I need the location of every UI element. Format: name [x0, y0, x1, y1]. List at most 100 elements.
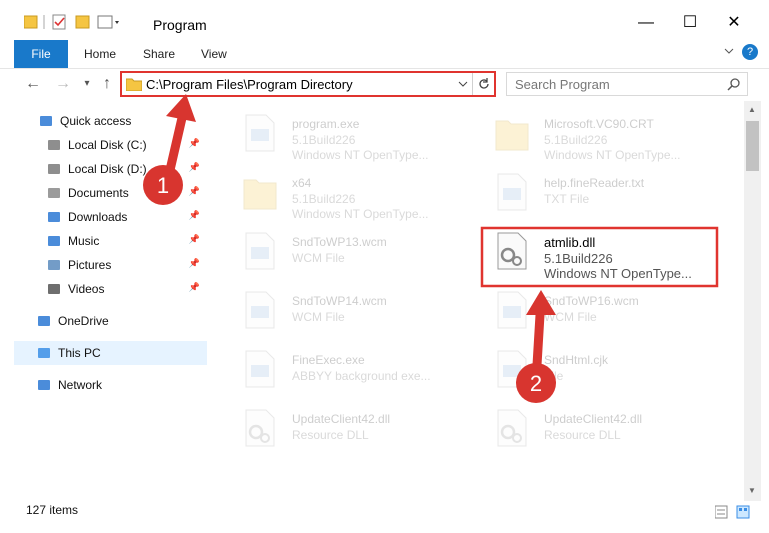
file-item[interactable]: FineExec.exe ABBYY background exe...	[220, 343, 460, 399]
up-button[interactable]: ↑	[96, 73, 118, 95]
folder-icon	[242, 172, 278, 212]
file-icon	[242, 113, 278, 153]
pin-icon: 📌	[188, 258, 200, 268]
navigation-pane: Quick access Local Disk (C:) 📌 Local Disk (…	[14, 101, 209, 501]
forward-button[interactable]: →	[52, 73, 74, 95]
recent-locations-button[interactable]: ▾	[76, 73, 98, 95]
sidebar-item-label: Documents	[68, 186, 129, 200]
cloud-icon	[36, 313, 52, 329]
vertical-scrollbar[interactable]: ▲ ▼	[744, 101, 761, 501]
sidebar-item-label: Quick access	[60, 114, 132, 128]
sidebar-item-music[interactable]: Music 📌	[14, 229, 208, 253]
scroll-up-arrow[interactable]: ▲	[748, 105, 756, 114]
file-type: 5.1Build226	[544, 133, 608, 147]
dll-file-icon	[242, 408, 278, 448]
tab-file[interactable]: File	[14, 40, 68, 68]
sidebar-item-pictures[interactable]: Pictures 📌	[14, 253, 208, 277]
file-item[interactable]: atmlib.dll 5.1Build226 Windows NT OpenType…	[472, 225, 712, 281]
sidebar-item-downloads[interactable]: Downloads 📌	[14, 205, 208, 229]
search-icon[interactable]	[727, 77, 741, 91]
chevron-down-icon[interactable]	[724, 46, 734, 56]
minimize-button[interactable]: —	[626, 10, 666, 36]
status-item-count: 127 items	[26, 503, 79, 517]
tab-view[interactable]: View	[201, 47, 227, 61]
file-desc: Windows NT OpenType...	[292, 148, 429, 162]
quick-access-toolbar[interactable]	[24, 13, 124, 31]
scroll-thumb[interactable]	[746, 121, 759, 171]
file-icon	[242, 349, 278, 389]
search-placeholder: Search Program	[515, 77, 610, 92]
pin-icon: 📌	[188, 138, 200, 148]
file-name: Microsoft.VC90.CRT	[544, 117, 654, 131]
file-item[interactable]: UpdateClient42.dll Resource DLL	[220, 402, 460, 458]
file-item[interactable]: help.fineReader.txt TXT File	[472, 166, 712, 222]
star-icon	[38, 113, 54, 129]
refresh-icon[interactable]	[477, 77, 491, 91]
address-bar[interactable]: C:\Program Files\Program Directory	[120, 71, 496, 97]
back-button[interactable]: ←	[22, 73, 44, 95]
file-name: x64	[292, 176, 312, 190]
close-button[interactable]: ✕	[714, 10, 754, 36]
file-item[interactable]: SndToWP14.wcm WCM File	[220, 284, 460, 340]
file-type: ABBYY background exe...	[292, 369, 431, 383]
ribbon: File Home Share View ?	[0, 40, 769, 69]
sidebar-item-this-pc[interactable]: This PC	[14, 341, 208, 365]
file-item[interactable]: program.exe 5.1Build226 Windows NT OpenTyp…	[220, 107, 460, 163]
sidebar-item-label: Local Disk (D:)	[68, 162, 147, 176]
computer-icon	[36, 345, 52, 361]
file-type: TXT File	[544, 192, 590, 206]
network-icon	[36, 377, 52, 393]
videos-icon	[46, 281, 62, 297]
address-path: C:\Program Files\Program Directory	[146, 77, 353, 92]
folder-icon	[494, 113, 530, 153]
drive-icon	[46, 137, 62, 153]
pin-icon: 📌	[188, 210, 200, 220]
file-list: program.exe 5.1Build226 Windows NT OpenTyp…	[210, 101, 744, 501]
file-type: WCM File	[544, 310, 597, 324]
file-name: SndToWP14.wcm	[292, 294, 387, 308]
tab-home[interactable]: Home	[84, 47, 116, 61]
file-desc: Windows NT OpenType...	[292, 207, 429, 221]
documents-icon	[46, 185, 62, 201]
search-input[interactable]: Search Program	[506, 72, 748, 96]
file-type: Resource DLL	[544, 428, 621, 442]
sidebar-item-videos[interactable]: Videos 📌	[14, 277, 208, 301]
file-name: FineExec.exe	[292, 353, 365, 367]
sidebar-item-label: Music	[68, 234, 100, 248]
file-icon	[242, 290, 278, 330]
sidebar-item-label: Pictures	[68, 258, 112, 272]
file-item[interactable]: SndToWP13.wcm WCM File	[220, 225, 460, 281]
sidebar-item-network[interactable]: Network	[14, 373, 208, 397]
maximize-button[interactable]: ☐	[670, 10, 710, 36]
pictures-icon	[46, 257, 62, 273]
file-item[interactable]: SndToWP16.wcm WCM File	[472, 284, 712, 340]
file-item[interactable]: UpdateClient42.dll Resource DLL	[472, 402, 712, 458]
file-type: 5.1Build226	[292, 192, 356, 206]
download-icon	[46, 209, 62, 225]
file-desc: Windows NT OpenType...	[544, 148, 681, 162]
chevron-down-icon[interactable]	[458, 79, 468, 89]
address-row: ← → ▾ ↑ C:\Program Files\Program Directo…	[0, 69, 769, 101]
sidebar-item-documents[interactable]: Documents 📌	[14, 181, 208, 205]
file-name: SndToWP13.wcm	[292, 235, 387, 249]
sidebar-item-local-disk-c[interactable]: Local Disk (C:) 📌	[14, 133, 208, 157]
sidebar-item-local-disk-d[interactable]: Local Disk (D:) 📌	[14, 157, 208, 181]
tab-share[interactable]: Share	[143, 47, 175, 61]
view-toggle[interactable]	[715, 505, 755, 519]
sidebar-item-quick-access[interactable]: Quick access	[14, 109, 208, 133]
sidebar-item-onedrive[interactable]: OneDrive	[14, 309, 208, 333]
file-item[interactable]: x64 5.1Build226 Windows NT OpenType...	[220, 166, 460, 222]
file-item[interactable]: Microsoft.VC90.CRT 5.1Build226 Windows NT …	[472, 107, 712, 163]
file-type: File	[544, 369, 564, 383]
help-icon[interactable]: ?	[742, 44, 758, 60]
sidebar-item-label: Local Disk (C:)	[68, 138, 147, 152]
sidebar-item-label: Downloads	[68, 210, 128, 224]
pin-icon: 📌	[188, 162, 200, 172]
pin-icon: 📌	[188, 234, 200, 244]
file-icon	[494, 290, 530, 330]
file-item[interactable]: SndHtml.cjk File	[472, 343, 712, 399]
scroll-down-arrow[interactable]: ▼	[748, 486, 756, 495]
folder-icon	[126, 78, 142, 91]
file-name: UpdateClient42.dll	[544, 412, 643, 426]
file-name: program.exe	[292, 117, 360, 131]
